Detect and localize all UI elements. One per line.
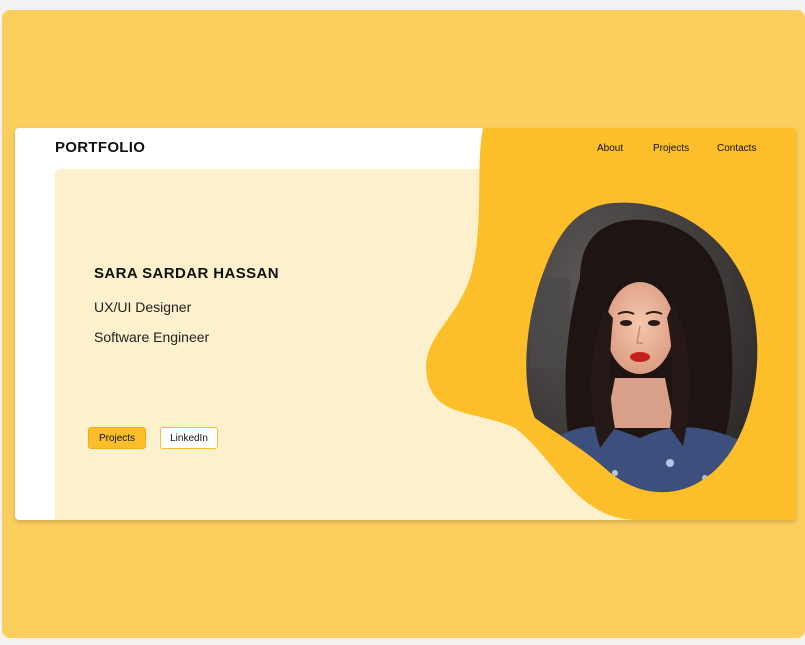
portfolio-card: PORTFOLIO About Projects Contacts SARA S…: [15, 128, 796, 520]
profile-photo: [526, 202, 758, 493]
